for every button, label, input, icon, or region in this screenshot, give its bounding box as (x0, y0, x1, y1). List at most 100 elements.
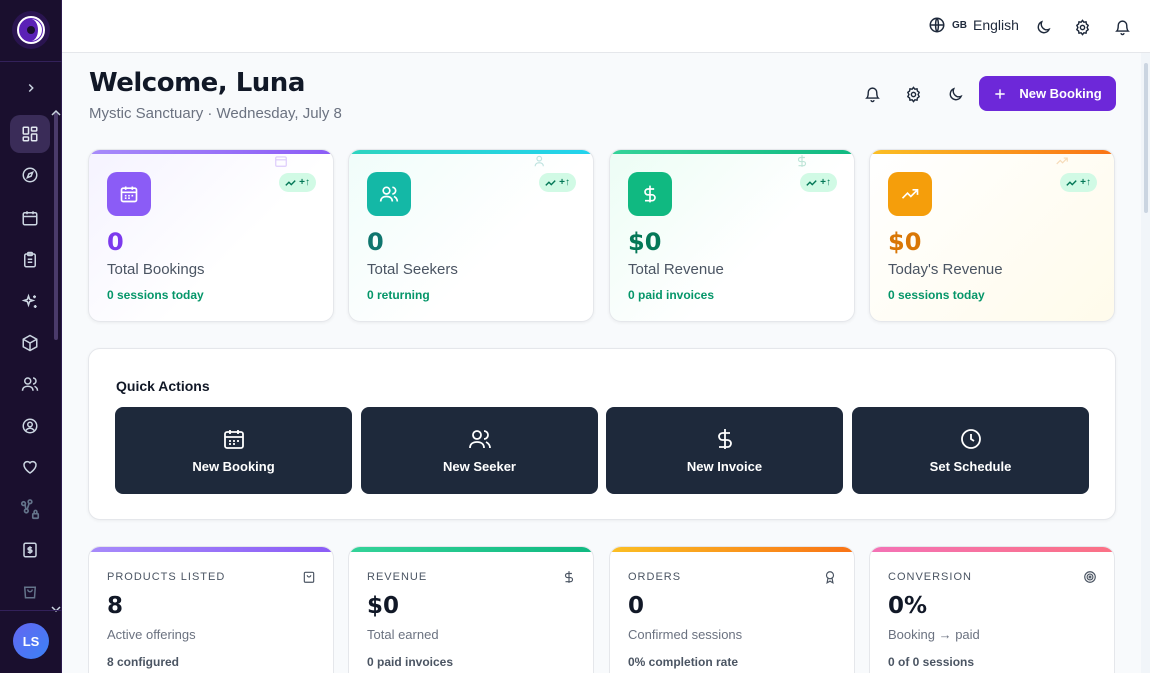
metric-card-conversion[interactable]: CONVERSION 0% Booking → paid 0 of 0 sess… (869, 546, 1115, 673)
quick-action-new-seeker-button[interactable]: New Seeker (361, 407, 598, 494)
new-booking-button[interactable]: New Booking (979, 76, 1116, 111)
sidebar-item-calendar[interactable] (10, 199, 50, 237)
users-icon (21, 377, 39, 391)
metric-foot: 8 configured (107, 655, 180, 669)
heart-icon (23, 460, 37, 474)
sparkles-icon (21, 293, 37, 308)
card-accent-bar (610, 150, 854, 154)
metric-value: $0 (367, 593, 400, 619)
quick-actions-title: Quick Actions (116, 378, 210, 394)
page-scrollbar-thumb[interactable] (1144, 63, 1148, 213)
metric-foot: 0% completion rate (628, 655, 739, 669)
stat-label: Total Revenue (628, 261, 724, 278)
language-selector[interactable]: GB English (928, 16, 1019, 34)
quick-action-set-schedule-button[interactable]: Set Schedule (852, 407, 1089, 494)
sidebar-item-favorites[interactable] (10, 448, 50, 486)
sidebar-item-dashboard[interactable] (10, 115, 50, 153)
sidebar-scrollbar[interactable] (54, 112, 58, 340)
quick-actions-panel: Quick Actions New Booking New Seeker New… (88, 348, 1116, 520)
globe-icon (929, 17, 945, 33)
metric-card-revenue[interactable]: REVENUE $0 Total earned 0 paid invoices (348, 546, 594, 673)
sidebar-item-invoices[interactable] (10, 531, 50, 569)
language-flag: GB (952, 19, 967, 31)
plus-icon (995, 88, 1005, 99)
sidebar-item-clipboard[interactable] (10, 241, 50, 279)
stat-value: $0 (628, 228, 662, 256)
target-icon (1082, 569, 1098, 585)
stat-sub: 0 sessions today (888, 288, 985, 302)
sidebar: LS (0, 0, 62, 673)
expand-sidebar-chevron-icon[interactable] (21, 78, 41, 98)
sidebar-item-profile[interactable] (10, 407, 50, 445)
stat-card-total-seekers[interactable]: +↑ 0 Total Seekers 0 returning (348, 149, 594, 322)
top-bar: GB English (62, 0, 1150, 53)
dollar-icon (561, 569, 577, 585)
sidebar-divider (0, 61, 62, 62)
stat-sub: 0 sessions today (107, 288, 204, 302)
card-accent-bar (870, 150, 1114, 154)
stat-value: $0 (888, 228, 922, 256)
metric-desc: Active offerings (107, 627, 196, 642)
sidebar-bottom-divider (0, 610, 62, 611)
trend-badge: +↑ (279, 173, 316, 192)
trend-up-icon (1066, 179, 1077, 186)
bag-icon (23, 586, 37, 599)
sidebar-scroll-down-icon[interactable] (51, 600, 61, 618)
dollar-icon (628, 172, 672, 216)
stat-card-total-bookings[interactable]: +↑ 0 Total Bookings 0 sessions today (88, 149, 334, 322)
trending-up-icon (888, 172, 932, 216)
dollar-icon (717, 429, 732, 449)
stat-sub: 0 returning (367, 288, 430, 302)
gear-icon[interactable] (902, 83, 924, 105)
stat-card-total-revenue[interactable]: +↑ $0 Total Revenue 0 paid invoices (609, 149, 855, 322)
sidebar-item-sparkles[interactable] (10, 283, 50, 321)
stat-label: Total Bookings (107, 261, 205, 278)
stat-label: Today's Revenue (888, 261, 1003, 278)
quick-action-new-booking-button[interactable]: New Booking (115, 407, 352, 494)
sidebar-item-explore[interactable] (10, 156, 50, 194)
language-label: English (973, 17, 1019, 33)
calendar-icon (223, 430, 244, 449)
stat-value: 0 (107, 228, 124, 256)
sidebar-item-network[interactable] (10, 491, 50, 529)
stat-card-todays-revenue[interactable]: +↑ $0 Today's Revenue 0 sessions today (869, 149, 1115, 322)
trend-up-icon (806, 179, 817, 186)
sidebar-scroll-up-icon[interactable] (51, 104, 61, 122)
users-icon (534, 155, 544, 167)
metric-card-products-listed[interactable]: PRODUCTS LISTED 8 Active offerings 8 con… (88, 546, 334, 673)
trend-badge: +↑ (539, 173, 576, 192)
sidebar-item-shop[interactable] (10, 572, 50, 610)
users-icon (367, 172, 411, 216)
avatar[interactable]: LS (13, 623, 49, 659)
page-scrollbar[interactable] (1141, 53, 1150, 673)
calendar-icon (107, 172, 151, 216)
settings-gear-icon[interactable] (1071, 16, 1093, 38)
trend-badge: +↑ (800, 173, 837, 192)
award-icon (822, 569, 838, 585)
user-circle-icon (22, 418, 38, 434)
sidebar-item-products[interactable] (10, 324, 50, 362)
metric-value: 8 (107, 593, 124, 619)
bell-icon[interactable] (861, 83, 883, 105)
users-icon (468, 430, 491, 449)
moon-logo-icon[interactable] (12, 11, 50, 49)
notifications-bell-icon[interactable] (1111, 16, 1133, 38)
quick-action-new-invoice-button[interactable]: New Invoice (606, 407, 843, 494)
calendar-icon (22, 211, 38, 226)
theme-toggle-moon-icon[interactable] (1032, 16, 1054, 38)
moon-icon[interactable] (944, 83, 966, 105)
metric-card-orders[interactable]: ORDERS 0 Confirmed sessions 0% completio… (609, 546, 855, 673)
metric-value: 0% (888, 593, 928, 619)
card-accent-bar (610, 547, 854, 552)
page-title: Welcome, Luna (89, 68, 305, 98)
trend-up-icon (285, 179, 296, 186)
card-accent-bar (349, 547, 593, 552)
metric-foot: 0 of 0 sessions (888, 655, 975, 669)
metric-caption: ORDERS (628, 571, 682, 583)
network-lock-icon (20, 499, 40, 520)
stat-value: 0 (367, 228, 384, 256)
bag-icon (301, 569, 317, 585)
stat-sub: 0 paid invoices (628, 288, 715, 302)
sidebar-item-users[interactable] (10, 365, 50, 403)
clipboard-icon (24, 251, 36, 268)
